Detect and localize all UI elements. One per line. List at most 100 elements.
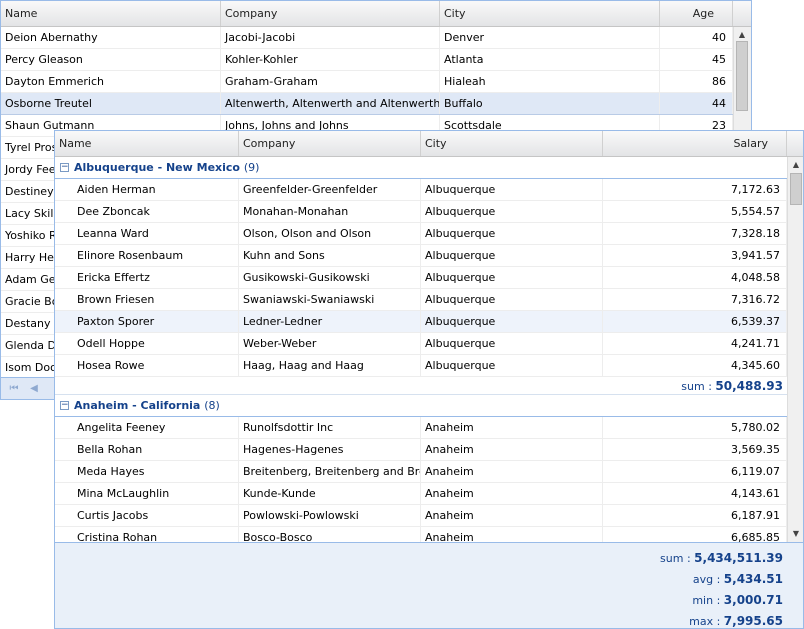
group-sum: sum : 50,488.93 (681, 377, 783, 396)
table-row[interactable]: Leanna Ward Olson, Olson and Olson Albuque… (55, 223, 787, 245)
cell-name: Elinore Rosenbaum (73, 245, 239, 266)
cell-salary: 7,316.72 (603, 289, 787, 310)
cell-name: Percy Gleason (1, 49, 221, 70)
summary-sum: sum : 5,434,511.39 (660, 551, 783, 565)
cell-company: Altenwerth, Altenwerth and Altenwerth (221, 93, 440, 114)
group-sum-label: sum : (681, 380, 712, 393)
table-row[interactable]: Bella Rohan Hagenes-Hagenes Anaheim 3,569.3… (55, 439, 787, 461)
cell-salary: 4,345.60 (603, 355, 787, 376)
back-grid-header: Name Company City Age (1, 1, 751, 27)
cell-company: Runolfsdottir Inc (239, 417, 421, 438)
cell-name: Osborne Treutel (1, 93, 221, 114)
cell-city: Denver (440, 27, 660, 48)
cell-city: Anaheim (421, 439, 603, 460)
scroll-up-icon[interactable]: ▲ (788, 159, 803, 171)
table-row[interactable]: Percy Gleason Kohler-Kohler Atlanta 45 (1, 49, 733, 71)
cell-salary: 7,172.63 (603, 179, 787, 200)
scrollbar-thumb[interactable] (790, 173, 802, 205)
cell-company: Powlowski-Powlowski (239, 505, 421, 526)
cell-salary: 6,119.07 (603, 461, 787, 482)
cell-company: Ledner-Ledner (239, 311, 421, 332)
cell-city: Albuquerque (421, 179, 603, 200)
cell-salary: 5,780.02 (603, 417, 787, 438)
column-header-age[interactable]: Age (660, 1, 733, 26)
table-row[interactable]: Brown Friesen Swaniawski-Swaniawski Albuqu… (55, 289, 787, 311)
table-row[interactable]: Hosea Rowe Haag, Haag and Haag Albuquerque… (55, 355, 787, 377)
scrollbar-thumb[interactable] (736, 41, 748, 111)
cell-name: Dee Zboncak (73, 201, 239, 222)
summary-min: min : 3,000.71 (692, 593, 783, 607)
column-header-salary[interactable]: Salary (603, 131, 787, 156)
cell-company: Kunde-Kunde (239, 483, 421, 504)
collapse-icon[interactable]: − (60, 401, 69, 410)
cell-company: Weber-Weber (239, 333, 421, 354)
cell-company: Haag, Haag and Haag (239, 355, 421, 376)
table-row[interactable]: Odell Hoppe Weber-Weber Albuquerque 4,241.7… (55, 333, 787, 355)
cell-company: Olson, Olson and Olson (239, 223, 421, 244)
cell-salary: 4,143.61 (603, 483, 787, 504)
cell-city: Albuquerque (421, 289, 603, 310)
table-row[interactable]: Meda Hayes Breitenberg, Breitenberg and B… (55, 461, 787, 483)
table-row[interactable]: Deion Abernathy Jacobi-Jacobi Denver 40 (1, 27, 733, 49)
summary-avg: avg : 5,434.51 (692, 572, 783, 586)
cell-name: Mina McLaughlin (73, 483, 239, 504)
cell-city: Albuquerque (421, 201, 603, 222)
cell-city: Atlanta (440, 49, 660, 70)
cell-city: Anaheim (421, 461, 603, 482)
front-grid-header: Name Company City Salary (55, 131, 803, 157)
table-row[interactable]: Aiden Herman Greenfelder-Greenfelder Albuq… (55, 179, 787, 201)
table-row[interactable]: Angelita Feeney Runolfsdottir Inc Anaheim 5… (55, 417, 787, 439)
group-title: Albuquerque - New Mexico (9) (74, 157, 259, 179)
cell-name: Dayton Emmerich (1, 71, 221, 92)
cell-salary: 3,941.57 (603, 245, 787, 266)
group-title-text: Albuquerque - New Mexico (74, 161, 240, 174)
cell-age: 45 (660, 49, 733, 70)
table-row[interactable]: Mina McLaughlin Kunde-Kunde Anaheim 4,143.6… (55, 483, 787, 505)
cell-name: Angelita Feeney (73, 417, 239, 438)
table-row[interactable]: Ericka Effertz Gusikowski-Gusikowski Albuq… (55, 267, 787, 289)
cell-name: Paxton Sporer (73, 311, 239, 332)
table-row[interactable]: Dee Zboncak Monahan-Monahan Albuquerque 5,5… (55, 201, 787, 223)
column-header-company[interactable]: Company (239, 131, 421, 156)
cell-name: Brown Friesen (73, 289, 239, 310)
column-header-city[interactable]: City (440, 1, 660, 26)
cell-name: Hosea Rowe (73, 355, 239, 376)
group-count: (8) (204, 399, 220, 412)
cell-age: 86 (660, 71, 733, 92)
collapse-icon[interactable]: − (60, 163, 69, 172)
prev-page-icon[interactable]: ◀ (27, 382, 41, 396)
cell-name: Deion Abernathy (1, 27, 221, 48)
group-header[interactable]: − Albuquerque - New Mexico (9) (55, 157, 787, 179)
cell-city: Hialeah (440, 71, 660, 92)
table-row[interactable]: Osborne Treutel Altenwerth, Altenwerth an… (1, 93, 733, 115)
column-header-city[interactable]: City (421, 131, 603, 156)
cell-salary: 5,554.57 (603, 201, 787, 222)
cell-city: Albuquerque (421, 223, 603, 244)
group-header[interactable]: − Anaheim - California (8) (55, 395, 787, 417)
cell-city: Albuquerque (421, 355, 603, 376)
scroll-down-icon[interactable]: ▼ (788, 528, 803, 540)
group-count: (9) (243, 161, 260, 174)
column-header-name[interactable]: Name (55, 131, 239, 156)
cell-company: Greenfelder-Greenfelder (239, 179, 421, 200)
column-header-name[interactable]: Name (1, 1, 221, 26)
cell-company: Kuhn and Sons (239, 245, 421, 266)
table-row[interactable]: Elinore Rosenbaum Kuhn and Sons Albuquerqu… (55, 245, 787, 267)
cell-city: Albuquerque (421, 311, 603, 332)
cell-company: Breitenberg, Breitenberg and Breiter (239, 461, 421, 482)
first-page-icon[interactable]: ⏮ (7, 382, 21, 396)
cell-name: Curtis Jacobs (73, 505, 239, 526)
cell-name: Meda Hayes (73, 461, 239, 482)
table-row[interactable]: Dayton Emmerich Graham-Graham Hialeah 86 (1, 71, 733, 93)
front-grid: Name Company City Salary − Albuquerque - … (54, 130, 804, 629)
table-row[interactable]: Curtis Jacobs Powlowski-Powlowski Anaheim 6… (55, 505, 787, 527)
table-row[interactable]: Paxton Sporer Ledner-Ledner Albuquerque 6,5… (55, 311, 787, 333)
column-header-company[interactable]: Company (221, 1, 440, 26)
summary-max: max : 7,995.65 (689, 614, 783, 628)
front-grid-scrollbar[interactable]: ▲ ▼ (787, 157, 803, 542)
cell-city: Anaheim (421, 505, 603, 526)
scroll-up-icon[interactable]: ▲ (734, 29, 750, 41)
group-summary-row: sum : 50,488.93 (55, 377, 787, 395)
group-sum-value: 50,488.93 (715, 379, 783, 393)
cell-city: Albuquerque (421, 267, 603, 288)
